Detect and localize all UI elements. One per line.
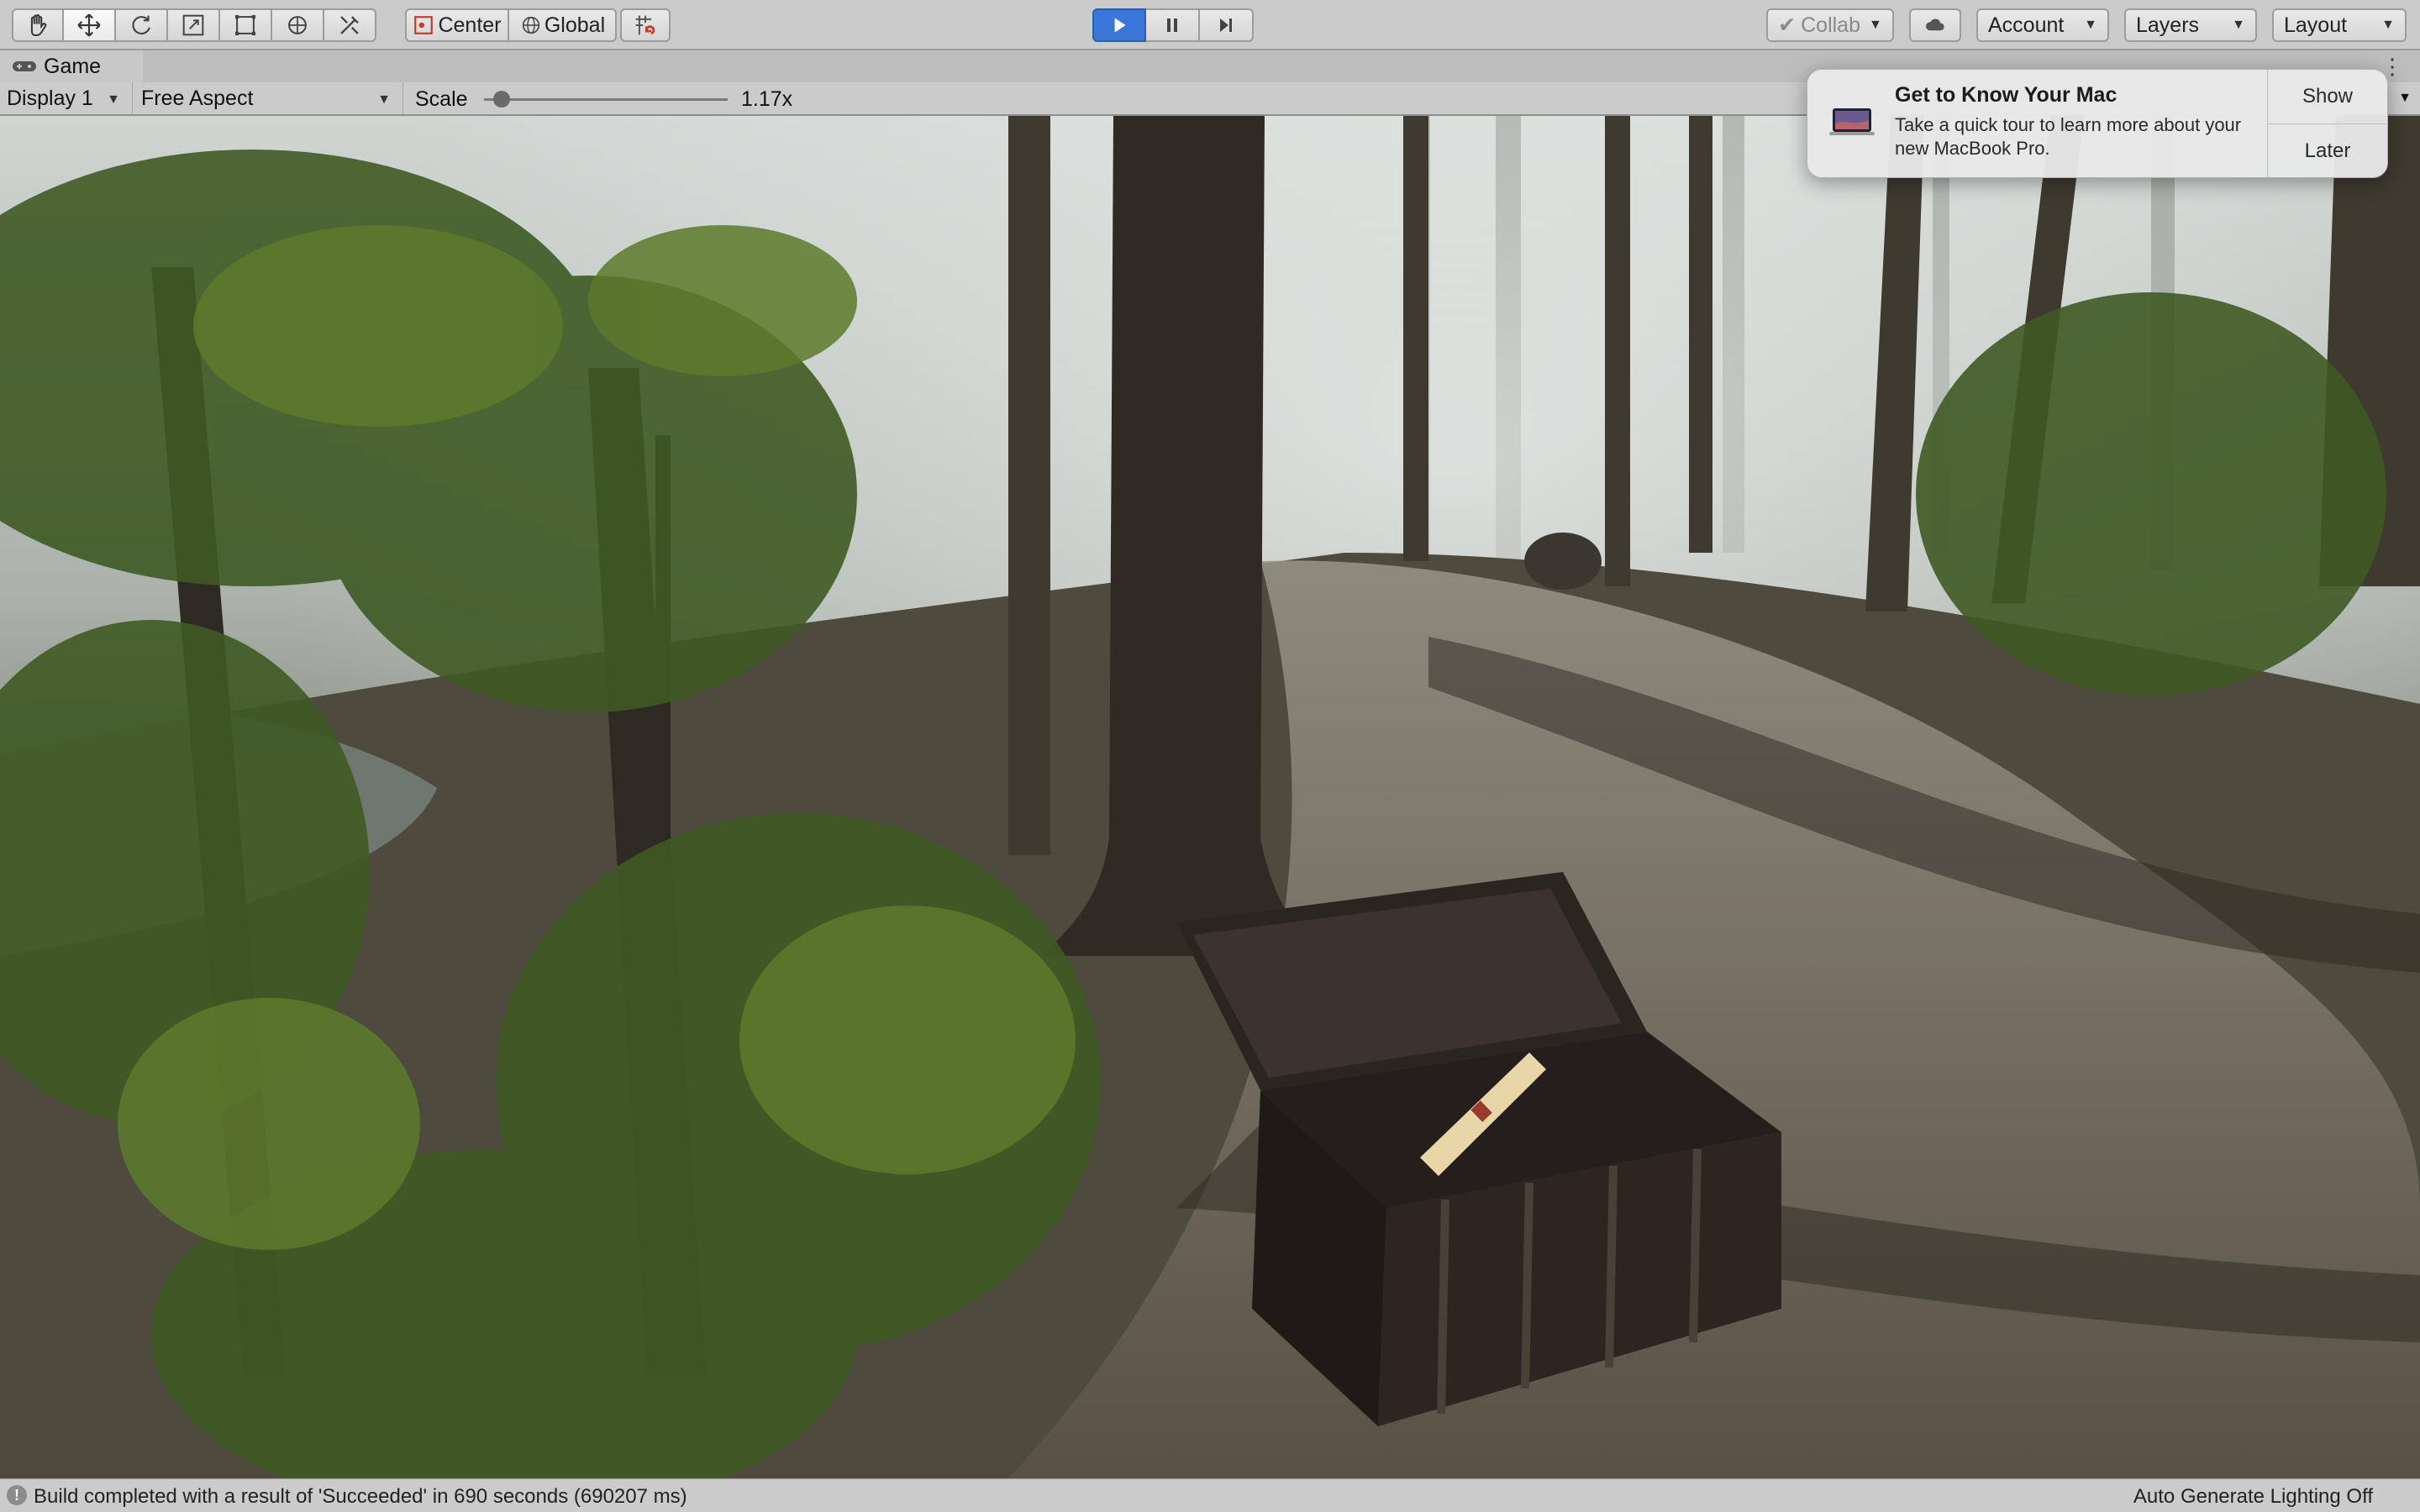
step-forward-icon: [1220, 18, 1232, 32]
tab-game[interactable]: Game: [0, 50, 143, 82]
collab-label: Collab: [1801, 13, 1860, 37]
gamepad-icon: [13, 61, 36, 71]
grid-snap-icon: [635, 15, 655, 35]
layers-label: Layers: [2136, 13, 2200, 37]
play-button[interactable]: [1092, 8, 1146, 42]
info-icon: !: [7, 1485, 27, 1505]
account-label: Account: [1988, 13, 2065, 37]
display-dropdown[interactable]: Display 1 ▼: [0, 82, 133, 114]
notification-show-button[interactable]: Show: [2268, 70, 2387, 123]
step-button[interactable]: [1200, 8, 1254, 42]
pause-button[interactable]: [1146, 8, 1200, 42]
scale-slider-track[interactable]: [484, 98, 728, 101]
rect-tool-button[interactable]: [220, 8, 272, 42]
notification-actions: Show Later: [2267, 70, 2387, 177]
scale-label: Scale: [415, 87, 468, 111]
rotate-icon: [132, 15, 150, 35]
rotate-tool-button[interactable]: [116, 8, 168, 42]
mac-notification[interactable]: Get to Know Your Mac Take a quick tour t…: [1807, 69, 2388, 178]
status-message[interactable]: Build completed with a result of 'Succee…: [34, 1485, 687, 1509]
notification-later-button[interactable]: Later: [2268, 123, 2387, 177]
hand-tool-button[interactable]: [12, 8, 64, 42]
chevron-down-icon: ▼: [2381, 18, 2395, 32]
display-label: Display 1: [7, 86, 93, 110]
globe-icon: [522, 16, 540, 34]
chevron-down-icon: ▼: [2084, 18, 2097, 32]
check-icon: ✔: [1778, 13, 1797, 37]
aspect-dropdown[interactable]: Free Aspect ▼: [134, 82, 403, 114]
cloud-button[interactable]: [1909, 8, 1961, 42]
grid-snap-button[interactable]: [620, 8, 671, 42]
account-dropdown[interactable]: Account ▼: [1976, 8, 2109, 42]
play-icon: [1114, 18, 1126, 33]
chevron-down-icon: ▼: [2232, 18, 2245, 32]
move-tool-button[interactable]: [64, 8, 116, 42]
game-view[interactable]: [0, 116, 2420, 1478]
macbook-icon: [1829, 108, 1875, 135]
notification-body: Take a quick tour to learn more about yo…: [1895, 114, 2242, 159]
layers-dropdown[interactable]: Layers ▼: [2124, 8, 2257, 42]
scale-value: 1.17x: [741, 87, 793, 111]
pivot-space-button[interactable]: Global: [509, 8, 617, 42]
notification-title: Get to Know Your Mac: [1895, 83, 2118, 107]
chevron-down-icon[interactable]: ▼: [2398, 91, 2412, 106]
transform-icon: [288, 16, 307, 34]
transform-tool-button[interactable]: [272, 8, 324, 42]
chevron-down-icon: ▼: [1868, 18, 1882, 32]
layout-dropdown[interactable]: Layout ▼: [2272, 8, 2407, 42]
move-arrows-icon: [77, 13, 101, 37]
custom-editor-tool-icon: [340, 16, 359, 34]
scale-icon: [182, 14, 204, 36]
chevron-down-icon: ▼: [377, 92, 391, 107]
forest-scene-render: [0, 116, 2420, 1478]
scale-tool-button[interactable]: [168, 8, 220, 42]
chevron-down-icon: ▼: [107, 92, 120, 107]
lighting-status[interactable]: Auto Generate Lighting Off: [2133, 1485, 2373, 1509]
collab-dropdown[interactable]: ✔ Collab ▼: [1766, 8, 1894, 42]
tab-game-label: Game: [44, 54, 102, 78]
pivot-mode-label: Center: [438, 13, 502, 37]
scale-slider-handle[interactable]: [492, 91, 510, 108]
pivot-space-label: Global: [544, 13, 606, 37]
pivot-mode-button[interactable]: Center: [405, 8, 509, 42]
rect-transform-icon: [234, 14, 256, 36]
aspect-label: Free Aspect: [141, 86, 254, 110]
hand-icon: [30, 14, 47, 37]
pivot-center-icon: [414, 16, 434, 34]
pause-icon: [1167, 18, 1177, 32]
cloud-icon: [1926, 18, 1944, 31]
layout-label: Layout: [2284, 13, 2348, 37]
status-bar: ! Build completed with a result of 'Succ…: [0, 1478, 2420, 1512]
main-toolbar: Center Global ✔ Collab ▼ Account ▼ Layer…: [0, 0, 2420, 50]
custom-tool-button[interactable]: [324, 8, 376, 42]
